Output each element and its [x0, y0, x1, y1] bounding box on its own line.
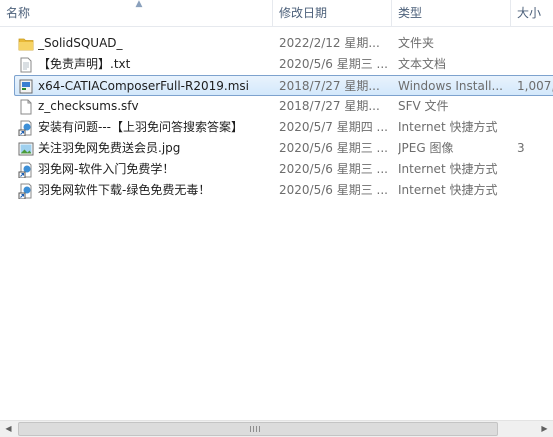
- file-modified-date: 2022/2/12 星期...: [279, 36, 380, 50]
- column-header-type[interactable]: 类型: [392, 0, 510, 26]
- file-size: [517, 159, 553, 180]
- blank-file-icon: [18, 99, 34, 115]
- file-type: Windows Install...: [398, 79, 503, 93]
- file-row[interactable]: x64-CATIAComposerFull-R2019.msi 2018/7/27…: [14, 75, 553, 96]
- file-name: 【免责声明】.txt: [38, 57, 131, 71]
- file-row[interactable]: 【免责声明】.txt 2020/5/6 星期三 ... 文本文档: [0, 54, 553, 75]
- scroll-left-arrow-icon[interactable]: ◀: [0, 421, 17, 437]
- file-type: JPEG 图像: [398, 141, 454, 155]
- file-modified-date: 2020/5/7 星期四 ...: [279, 120, 388, 134]
- thumb-grip: [253, 426, 254, 432]
- text-file-icon: [18, 57, 34, 73]
- file-row[interactable]: 羽免网-软件入门免费学！ 2020/5/6 星期三 ... Internet 快捷方…: [0, 159, 553, 180]
- file-type: 文本文档: [398, 57, 447, 71]
- file-type: Internet 快捷方式: [398, 162, 498, 176]
- column-header-date[interactable]: 修改日期: [273, 0, 391, 26]
- file-size: [517, 180, 553, 201]
- file-name: _SolidSQUAD_: [38, 36, 123, 50]
- sort-ascending-icon: ▲: [135, 0, 143, 9]
- file-name: z_checksums.sfv: [38, 99, 139, 113]
- file-row[interactable]: _SolidSQUAD_ 2022/2/12 星期... 文件夹: [0, 33, 553, 54]
- file-size: 1,007,: [517, 79, 553, 93]
- file-size: [517, 54, 553, 75]
- file-name: 安装有问题---【上羽免问答搜索答案】: [38, 120, 243, 134]
- file-size: [517, 33, 553, 54]
- file-size: [517, 96, 553, 117]
- file-size: 3: [517, 141, 525, 155]
- file-modified-date: 2020/5/6 星期三 ...: [279, 57, 388, 71]
- column-header-bar: 名称 ▲ 修改日期 类型 大小: [0, 0, 553, 27]
- file-row[interactable]: 羽免网软件下载-绿色免费无毒！ 2020/5/6 星期三 ... Internet …: [0, 180, 553, 201]
- thumb-grip: [250, 426, 251, 432]
- file-type: Internet 快捷方式: [398, 120, 498, 134]
- file-modified-date: 2020/5/6 星期三 ...: [279, 141, 388, 155]
- folder-icon: [18, 36, 34, 52]
- file-modified-date: 2020/5/6 星期三 ...: [279, 162, 388, 176]
- file-row[interactable]: 安装有问题---【上羽免问答搜索答案】 2020/5/7 星期四 ... Inter…: [0, 117, 553, 138]
- scroll-right-arrow-icon[interactable]: ▶: [536, 421, 553, 437]
- file-type: Internet 快捷方式: [398, 183, 498, 197]
- file-modified-date: 2018/7/27 星期...: [279, 99, 380, 113]
- file-row[interactable]: 关注羽免网免费送会员.jpg 2020/5/6 星期三 ... JPEG 图像 3: [0, 138, 553, 159]
- file-type: 文件夹: [398, 36, 435, 50]
- file-row[interactable]: z_checksums.sfv 2018/7/27 星期... SFV 文件: [0, 96, 553, 117]
- file-modified-date: 2020/5/6 星期三 ...: [279, 183, 388, 197]
- file-name: x64-CATIAComposerFull-R2019.msi: [38, 79, 249, 93]
- file-name: 羽免网-软件入门免费学！: [38, 162, 175, 176]
- internet-shortcut-icon: [18, 183, 34, 200]
- internet-shortcut-icon: [18, 162, 34, 179]
- thumb-grip: [259, 426, 260, 432]
- scrollbar-thumb[interactable]: [18, 422, 498, 436]
- internet-shortcut-icon: [18, 120, 34, 137]
- file-name: 关注羽免网免费送会员.jpg: [38, 141, 181, 155]
- file-modified-date: 2018/7/27 星期...: [279, 79, 380, 93]
- horizontal-scrollbar[interactable]: ◀ ▶: [0, 420, 553, 437]
- file-name: 羽免网软件下载-绿色免费无毒！: [38, 183, 211, 197]
- column-header-size[interactable]: 大小: [511, 0, 553, 26]
- file-size: [517, 117, 553, 138]
- thumb-grip: [256, 426, 257, 432]
- image-file-icon: [18, 141, 34, 157]
- file-type: SFV 文件: [398, 99, 449, 113]
- msi-installer-icon: [18, 78, 34, 94]
